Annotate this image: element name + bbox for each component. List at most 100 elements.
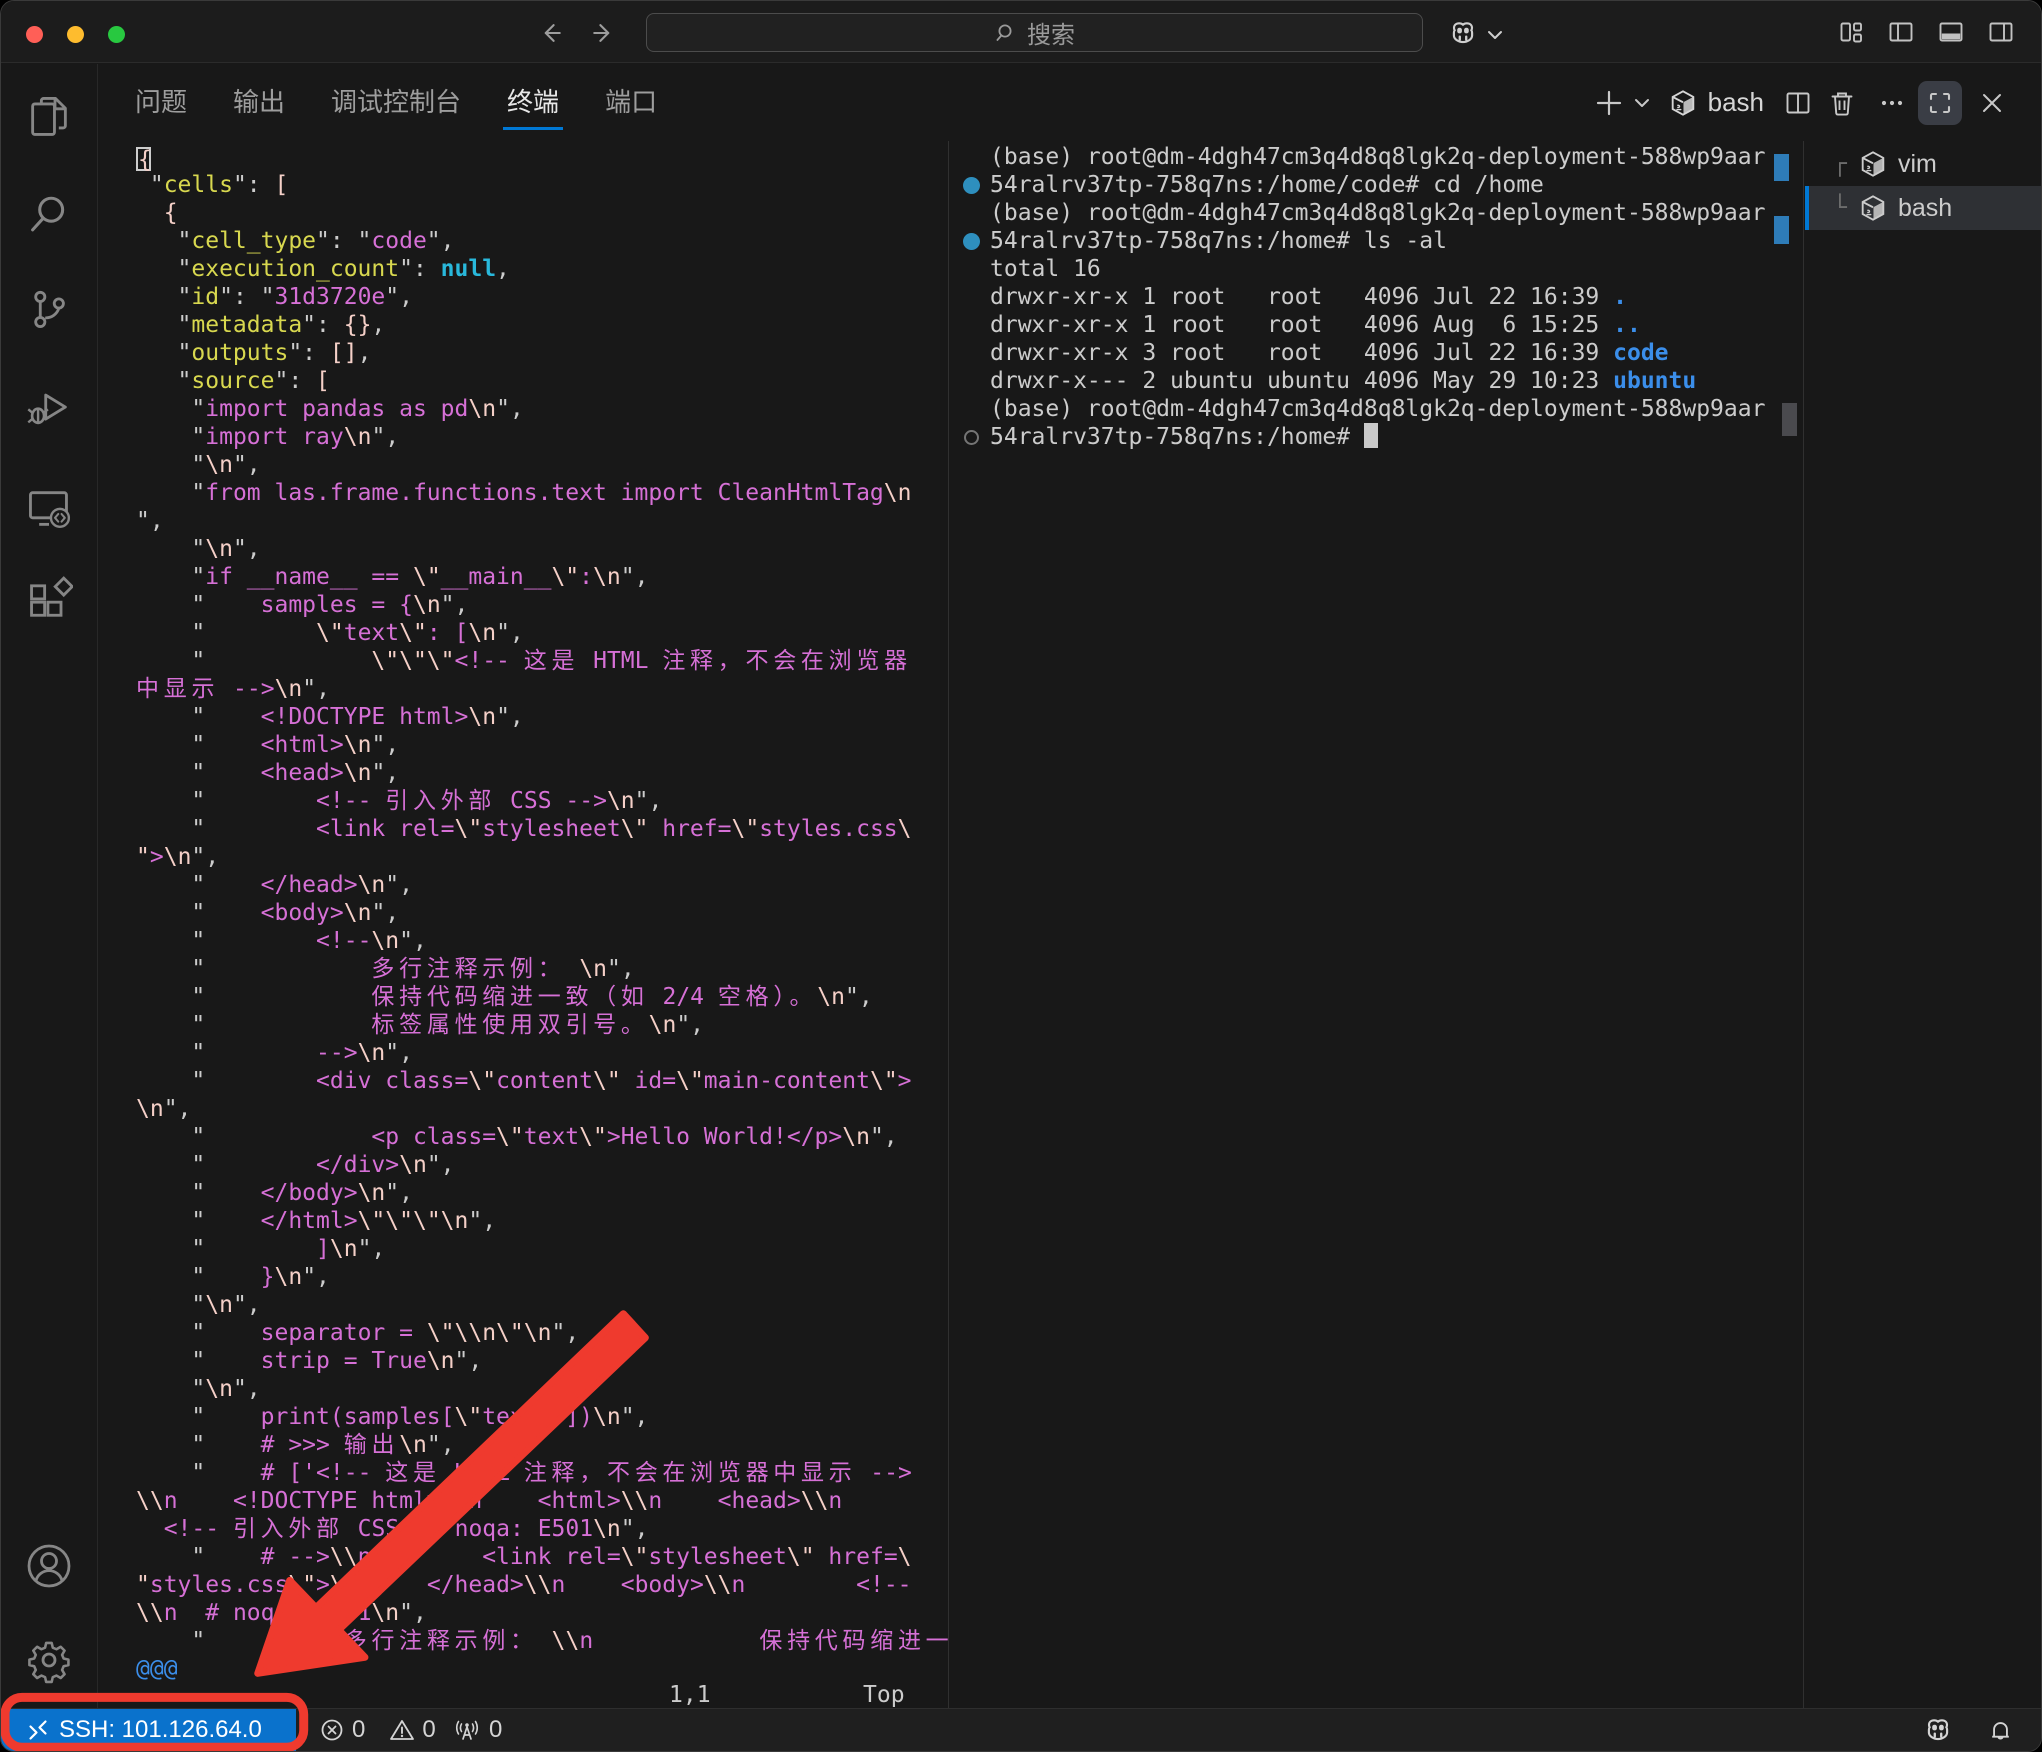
vim-line: "\n",	[136, 535, 948, 563]
bash-line: 54ralrv37tp-758q7ns:/home# ls -al	[990, 227, 1803, 255]
traffic-light-minimize[interactable]	[67, 26, 84, 43]
vim-line: "id": "31d3720e",	[136, 283, 948, 311]
vim-scroll-position: Top	[863, 1681, 905, 1708]
vim-line: "from las.frame.functions.text import Cl…	[136, 479, 948, 507]
command-decoration-filled	[963, 177, 980, 194]
terminal-tab-label: vim	[1898, 142, 1937, 186]
copilot-menu-chevron[interactable]	[1485, 25, 1505, 45]
panel-tab-终端[interactable]: 终端	[507, 64, 559, 141]
vim-line: " -->\n",	[136, 1039, 948, 1067]
vim-line: " # 多行注释示例： \\n 保持代码缩进一致	[136, 1627, 948, 1655]
bell-icon[interactable]	[1987, 1717, 2014, 1744]
warning-icon	[389, 1717, 415, 1743]
vim-line: "metadata": {},	[136, 311, 948, 339]
terminal-pane-bash[interactable]: (base) root@dm-4dgh47cm3q4d8q8lgk2q-depl…	[950, 141, 1804, 1708]
bash-line: (base) root@dm-4dgh47cm3q4d8q8lgk2q-depl…	[990, 199, 1803, 227]
vim-ruler: 1,1 Top	[99, 1681, 948, 1708]
vim-line: ">\n",	[136, 843, 948, 871]
activity-bar-remote-explorer[interactable]	[25, 484, 73, 532]
vscode-window: 搜索 问题输出调试控制台终端端口 bash { "cells": [ { "ce…	[0, 0, 2042, 1752]
bash-line: (base) root@dm-4dgh47cm3q4d8q8lgk2q-depl…	[990, 395, 1803, 423]
forward-button[interactable]	[589, 19, 617, 47]
activity-bar-settings[interactable]	[25, 1636, 73, 1684]
vim-line: " <p class=\"text\">Hello World!</p>\n",	[136, 1123, 948, 1151]
vim-line: "cells": [	[136, 171, 948, 199]
vim-line: "outputs": [],	[136, 339, 948, 367]
terminal-tab-label: bash	[1898, 186, 1952, 230]
status-bar: SSH: 101.126.64.0 0 0 0	[1, 1708, 2041, 1751]
activity-bar-extensions[interactable]	[25, 576, 73, 624]
activity-bar-run-debug[interactable]	[25, 382, 73, 430]
vim-line: \\n <!DOCTYPE html>\\n <html>\\n <head>\…	[136, 1487, 948, 1515]
panel-tab-问题[interactable]: 问题	[135, 64, 187, 141]
toggle-secondary-sidebar-button[interactable]	[1987, 18, 2015, 46]
bash-line: total 16	[990, 255, 1803, 283]
terminal-cursor	[1364, 423, 1378, 448]
vim-line: "import ray\n",	[136, 423, 948, 451]
vim-line: " </html>\"\"\"\n",	[136, 1207, 948, 1235]
terminal-scrollbar-thumb[interactable]	[1782, 403, 1797, 436]
vim-line: " <!--\n",	[136, 927, 948, 955]
command-decoration-mark	[1774, 154, 1789, 181]
vim-line: " separator = \"\\n\"\n",	[136, 1319, 948, 1347]
activity-bar-source-control[interactable]	[25, 286, 73, 334]
copilot-icon[interactable]	[1448, 19, 1478, 49]
activity-bar-accounts[interactable]	[25, 1542, 73, 1590]
ports-status[interactable]: 0	[453, 1709, 502, 1751]
panel-tabs: 问题输出调试控制台终端端口	[135, 64, 657, 141]
split-terminal-button[interactable]	[1784, 89, 1812, 117]
search-icon	[994, 21, 1018, 45]
terminal-tab-vim[interactable]: ┌vim	[1805, 142, 2042, 186]
ports-count: 0	[489, 1716, 502, 1744]
vim-line: " \"text\": [\n",	[136, 619, 948, 647]
title-bar: 搜索	[1, 1, 2041, 63]
vim-line: " strip = True\n",	[136, 1347, 948, 1375]
command-decoration-filled	[963, 233, 980, 250]
activity-bar-explorer[interactable]	[25, 93, 73, 141]
terminal-profile-dropdown[interactable]	[1632, 93, 1652, 113]
panel-tab-端口[interactable]: 端口	[605, 64, 657, 141]
command-center-search[interactable]: 搜索	[646, 13, 1423, 52]
activity-bar-search[interactable]	[25, 189, 73, 237]
copilot-status-icon[interactable]	[1923, 1716, 1953, 1746]
activity-bar	[1, 64, 98, 1708]
traffic-light-close[interactable]	[26, 26, 43, 43]
vim-line: " # ['<!-- 这是 HTML 注释，不会在浏览器中显示 -->	[136, 1459, 948, 1487]
vim-line: "styles.css\">\\n </head>\\n <body>\\n <…	[136, 1571, 948, 1599]
vim-line: "\n",	[136, 1291, 948, 1319]
close-panel-button[interactable]	[1978, 89, 2006, 117]
terminal-pane-vim[interactable]: { "cells": [ { "cell_type": "code", "exe…	[99, 141, 949, 1708]
vim-line: " # >>> 输出\n",	[136, 1431, 948, 1459]
vim-line: 中显示 -->\n",	[136, 675, 948, 703]
problems-status[interactable]: 0 0	[319, 1709, 436, 1751]
restore-panel-size-button[interactable]	[1918, 81, 1962, 125]
bash-line: 54ralrv37tp-758q7ns:/home#	[990, 423, 1803, 451]
panel-toolbar: bash	[1594, 64, 2006, 141]
back-button[interactable]	[537, 19, 565, 47]
kill-terminal-button[interactable]	[1828, 89, 1856, 117]
bash-line: drwxr-x--- 2 ubuntu ubuntu 4096 May 29 1…	[990, 367, 1803, 395]
traffic-light-zoom[interactable]	[108, 26, 125, 43]
vim-line: " 多行注释示例： \n",	[136, 955, 948, 983]
vim-cursor: {	[136, 147, 151, 171]
toggle-panel-button[interactable]	[1937, 18, 1965, 46]
layout-controls	[1837, 18, 2015, 46]
customize-layout-button[interactable]	[1837, 18, 1865, 46]
vim-line: " ]\n",	[136, 1235, 948, 1263]
bash-line: drwxr-xr-x 1 root root 4096 Jul 22 16:39…	[990, 283, 1803, 311]
panel-tab-输出[interactable]: 输出	[233, 64, 285, 141]
new-terminal-button[interactable]	[1594, 88, 1624, 118]
remote-indicator[interactable]: SSH: 101.126.64.0	[1, 1709, 296, 1751]
views-more-actions-button[interactable]	[1878, 89, 1906, 117]
vim-line: " <!DOCTYPE html>\n",	[136, 703, 948, 731]
panel-tab-调试控制台[interactable]: 调试控制台	[331, 64, 461, 141]
vim-buffer: { "cells": [ { "cell_type": "code", "exe…	[136, 143, 948, 1683]
terminal-area: { "cells": [ { "cell_type": "code", "exe…	[99, 141, 2041, 1708]
radio-tower-icon	[453, 1716, 481, 1744]
terminal-tab-bash[interactable]: └bash	[1805, 186, 2042, 230]
shell-icon	[1858, 149, 1888, 179]
toggle-primary-sidebar-button[interactable]	[1887, 18, 1915, 46]
vim-line: \\n # noqa: E501\n",	[136, 1599, 948, 1627]
vim-line: ",	[136, 507, 948, 535]
vim-line: "\n",	[136, 1375, 948, 1403]
